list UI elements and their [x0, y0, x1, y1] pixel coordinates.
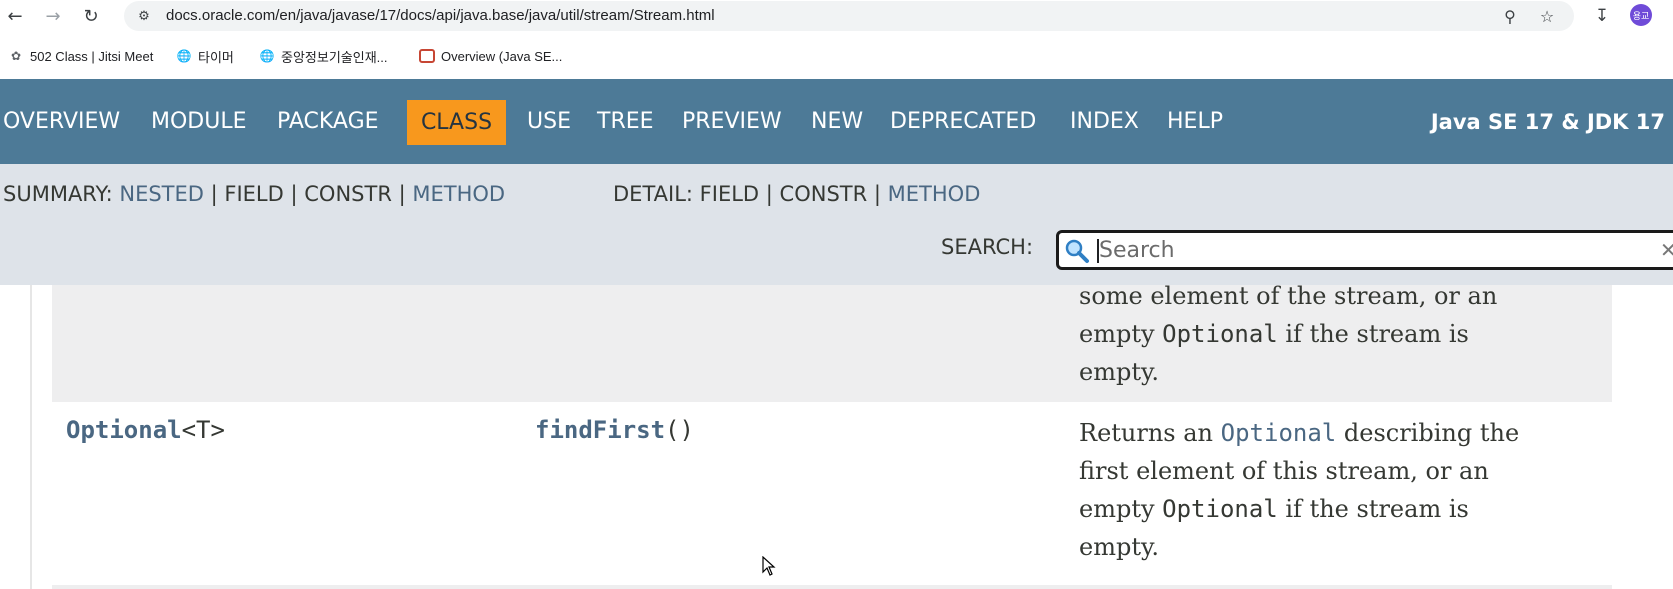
- nav-use[interactable]: USE: [527, 79, 571, 164]
- desc-text: some element of the stream, or an: [1079, 282, 1498, 310]
- nav-preview[interactable]: PREVIEW: [682, 79, 782, 164]
- bookmark-label: 중앙정보기술인재...: [281, 49, 388, 65]
- bookmark-oracle-overview[interactable]: Overview (Java SE...: [419, 44, 562, 68]
- detail-method-link[interactable]: METHOD: [888, 182, 981, 206]
- table-row: Optional<T> findFirst() Returns an Optio…: [52, 402, 1612, 589]
- summary-method-link[interactable]: METHOD: [412, 182, 505, 206]
- bookmark-star-icon[interactable]: ☆: [1536, 5, 1558, 27]
- bookmark-label: Overview (Java SE...: [441, 48, 563, 64]
- desc-text: if the stream is: [1277, 320, 1469, 348]
- reload-icon[interactable]: ↻: [78, 3, 104, 29]
- summary-label: SUMMARY:: [3, 182, 113, 206]
- back-icon[interactable]: ←: [2, 3, 28, 29]
- summary-nested-link[interactable]: NESTED: [119, 182, 204, 206]
- zoom-icon[interactable]: ⚲: [1499, 5, 1521, 27]
- search-box[interactable]: [1056, 230, 1673, 270]
- desc-code: Optional: [1162, 320, 1278, 348]
- desc-code: Optional: [1162, 495, 1278, 523]
- method-parens: (): [665, 416, 694, 444]
- desc-text: empty.: [1079, 358, 1159, 386]
- summary-nav: SUMMARY: NESTED | FIELD | CONSTR | METHO…: [3, 182, 505, 206]
- summary-field: FIELD: [224, 182, 284, 206]
- mouse-cursor-icon: [762, 556, 776, 576]
- nav-tree[interactable]: TREE: [597, 79, 654, 164]
- desc-text: empty: [1079, 495, 1163, 523]
- browser-chrome: ← → ↻ ⚙ docs.oracle.com/en/java/javase/1…: [0, 0, 1673, 79]
- method-summary-table: some element of the stream, or an empty …: [0, 282, 1673, 589]
- search-reset-icon[interactable]: ✕: [1660, 238, 1673, 262]
- desc-text: empty Optional if the stream is: [1079, 490, 1599, 528]
- method-cell: findFirst(): [535, 416, 694, 444]
- site-info-icon[interactable]: ⚙: [134, 6, 154, 26]
- download-icon[interactable]: ↧: [1590, 4, 1614, 28]
- row-description: Returns an Optional describing the first…: [1079, 414, 1599, 566]
- address-bar[interactable]: ⚙ docs.oracle.com/en/java/javase/17/docs…: [124, 1, 1574, 31]
- detail-constr: CONSTR: [779, 182, 868, 206]
- bookmark-jungang[interactable]: 🌐 중앙정보기술인재...: [259, 44, 388, 68]
- desc-text: Returns an Optional describing the: [1079, 414, 1599, 452]
- nav-module[interactable]: MODULE: [151, 79, 247, 164]
- desc-text: first element of this stream, or an: [1079, 457, 1489, 485]
- optional-desc-link[interactable]: Optional: [1221, 419, 1337, 447]
- nav-package[interactable]: PACKAGE: [277, 79, 379, 164]
- detail-nav: DETAIL: FIELD | CONSTR | METHOD: [613, 182, 980, 206]
- separator: |: [210, 182, 218, 206]
- return-type-cell: Optional<T>: [66, 416, 225, 444]
- oracle-icon: [419, 49, 435, 63]
- table-row: some element of the stream, or an empty …: [52, 282, 1612, 402]
- nav-new[interactable]: NEW: [811, 79, 863, 164]
- nav-overview[interactable]: OVERVIEW: [3, 79, 120, 164]
- summary-constr: CONSTR: [304, 182, 392, 206]
- separator: |: [765, 182, 773, 206]
- separator: |: [398, 182, 406, 206]
- findfirst-method-link[interactable]: findFirst: [535, 416, 665, 444]
- optional-type-link[interactable]: Optional: [66, 416, 182, 444]
- desc-text: if the stream is: [1277, 495, 1469, 523]
- desc-text: empty Optional if the stream is: [1079, 315, 1599, 353]
- bookmarks-bar: ✿ 502 Class | Jitsi Meet 🌐 타이머 🌐 중앙정보기술인…: [0, 44, 1673, 68]
- bookmark-timer[interactable]: 🌐 타이머: [176, 44, 234, 68]
- search-icon: [1065, 239, 1089, 263]
- bookmark-label: 타이머: [198, 49, 234, 65]
- url-text[interactable]: docs.oracle.com/en/java/javase/17/docs/a…: [166, 7, 715, 24]
- bookmark-label: 502 Class | Jitsi Meet: [30, 48, 154, 64]
- globe-icon: 🌐: [176, 49, 192, 63]
- desc-text: empty.: [1079, 533, 1159, 561]
- forward-icon[interactable]: →: [40, 3, 66, 29]
- type-generic: <T>: [181, 416, 225, 444]
- row-divider: [52, 585, 1612, 589]
- detail-label: DETAIL:: [613, 182, 693, 206]
- jitsi-icon: ✿: [10, 49, 22, 63]
- profile-avatar[interactable]: 용교: [1630, 4, 1652, 26]
- text-caret: [1097, 239, 1099, 263]
- left-border: [30, 285, 32, 589]
- desc-text: describing the: [1336, 419, 1520, 447]
- search-label: SEARCH:: [941, 235, 1034, 259]
- nav-index[interactable]: INDEX: [1070, 79, 1139, 164]
- detail-field: FIELD: [699, 182, 760, 206]
- nav-class-active[interactable]: CLASS: [407, 100, 506, 145]
- address-row: ← → ↻ ⚙ docs.oracle.com/en/java/javase/1…: [0, 0, 1673, 32]
- desc-text: Returns an: [1079, 419, 1221, 447]
- separator: |: [290, 182, 298, 206]
- nav-help[interactable]: HELP: [1167, 79, 1223, 164]
- javadoc-top-nav: OVERVIEW MODULE PACKAGE CLASS USE TREE P…: [0, 79, 1673, 164]
- desc-text: empty: [1079, 320, 1163, 348]
- separator: |: [873, 182, 881, 206]
- search-input[interactable]: [1099, 235, 1659, 265]
- nav-deprecated[interactable]: DEPRECATED: [890, 79, 1036, 164]
- globe-icon: 🌐: [259, 49, 275, 63]
- about-language: Java SE 17 & JDK 17: [1430, 109, 1665, 134]
- bookmark-jitsi[interactable]: ✿ 502 Class | Jitsi Meet: [8, 44, 153, 68]
- row-description: some element of the stream, or an empty …: [1079, 277, 1599, 391]
